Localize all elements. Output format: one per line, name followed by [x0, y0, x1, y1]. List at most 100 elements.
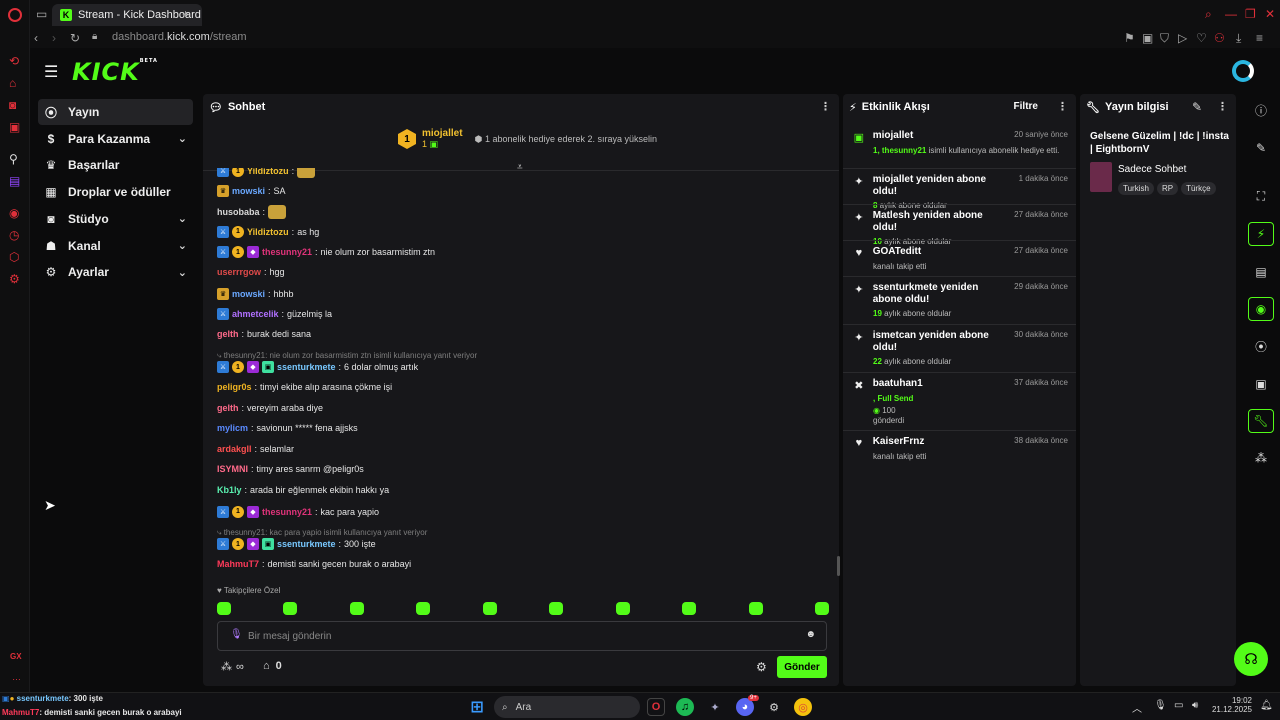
browser-tab[interactable]: K Stream - Kick Dashboard [52, 4, 202, 26]
og-badge-icon[interactable]: ▣ [262, 538, 274, 551]
chat-message[interactable]: mylicm: savionun ***** fena ajjsks [217, 423, 358, 433]
opera-logo-icon[interactable] [8, 8, 22, 22]
mod-badge-icon[interactable]: ⚔ [217, 361, 229, 374]
mic-tray-icon[interactable]: 🎙︎ [1154, 700, 1167, 711]
sidebar-item-1[interactable]: ⦿ Yayın [38, 99, 193, 125]
hamburger-icon[interactable]: ☰ [44, 62, 58, 82]
chat-message[interactable]: ⚔ 1 ◆ thesunny21: kac para yapio [217, 505, 379, 518]
chat-message[interactable]: husobaba: [217, 205, 287, 220]
gold-badge-icon[interactable]: 1 [232, 361, 244, 374]
crown-badge-icon[interactable]: ♛ [217, 184, 229, 197]
download-icon[interactable]: ⤓ [1236, 31, 1241, 46]
tray-chevron-icon[interactable]: ︿ [1132, 700, 1142, 715]
chat-message[interactable]: ♛ mowski: SA [217, 184, 286, 197]
menu-icon[interactable]: ≡ [1256, 31, 1263, 45]
play-icon[interactable]: ▷ [1178, 31, 1187, 45]
chat-message[interactable]: gelth: vereyim araba diye [217, 403, 323, 413]
chat-username[interactable]: Yildiztozu [247, 168, 289, 176]
vip-badge-icon[interactable]: ◆ [247, 361, 259, 374]
tag-pill[interactable]: Türkçe [1181, 182, 1216, 195]
chat-username[interactable]: userrrgow [217, 267, 261, 277]
broadcast-status-icon[interactable]: ⦿ [1248, 334, 1274, 358]
chat-username[interactable]: mowski [232, 289, 265, 299]
microphone-icon[interactable]: 🎙︎ [230, 629, 243, 640]
bookmark-icon[interactable]: ⚑ [1124, 31, 1135, 45]
chat-message[interactable]: ⚔ ahmetcelik: güzelmiş la [217, 308, 332, 321]
chat-username[interactable]: thesunny21 [262, 507, 312, 517]
chat-username[interactable]: peligr0s [217, 382, 252, 392]
chat-message[interactable]: userrrgow: hgg [217, 267, 285, 277]
gold-badge-icon[interactable]: 1 [232, 538, 244, 551]
shield-icon[interactable]: ⛉ [1160, 31, 1169, 46]
mod-badge-icon[interactable]: ⚔ [217, 505, 229, 518]
chrome-icon[interactable]: ◎ [794, 698, 812, 716]
chat-username[interactable]: MahmuT7 [217, 559, 259, 569]
activity-item[interactable]: ✦ Matlesh yeniden abone oldu! 27 dakika ön… [853, 210, 1068, 247]
chat-username[interactable]: ISYMNI [217, 464, 248, 474]
chat-scrollbar[interactable] [837, 556, 840, 576]
emote-8[interactable] [682, 602, 697, 615]
crown-badge-icon[interactable]: ♛ [217, 287, 229, 300]
activity-item[interactable]: ✖ baatuhan1 37 dakika önce , Full Send ◉ 100… [853, 378, 1068, 426]
spotify-icon[interactable]: ♫ [676, 698, 694, 716]
heart-icon[interactable]: ♡ [1196, 31, 1207, 45]
vip-badge-icon[interactable]: ◆ [247, 246, 259, 259]
gold-badge-icon[interactable]: 1 [232, 246, 244, 259]
chat-username[interactable]: thesunny21 [262, 247, 312, 257]
sidebar-item-2[interactable]: $ Para Kazanma ⌄ [38, 126, 193, 152]
minimize-icon[interactable]: — [1225, 7, 1237, 21]
tag-pill[interactable]: Turkish [1118, 182, 1154, 195]
chat-username[interactable]: ssenturkmete [277, 362, 336, 372]
gold-badge-icon[interactable]: 1 [232, 225, 244, 238]
chat-input[interactable]: 🎙︎ Bir mesaj gönderin ☻ [217, 621, 827, 651]
activity-toggle-icon[interactable]: ⚡︎ [1248, 222, 1274, 246]
chat-options-icon[interactable]: ⋮ [820, 100, 831, 113]
chat-message[interactable]: ⚔ 1 Yildiztozu: as hg [217, 225, 319, 238]
chevron-down-icon[interactable]: ⌄ [178, 212, 187, 225]
channel-points[interactable]: ⁂ ∞ [221, 660, 244, 674]
chat-message[interactable]: ⚔ 1 Yildiztozu: [217, 168, 316, 178]
activity-item[interactable]: ✦ ssenturkmete yeniden abone oldu! 29 daki… [853, 282, 1068, 319]
chat-username[interactable]: husobaba [217, 207, 260, 217]
edit-icon[interactable]: ✎ [1192, 100, 1202, 114]
chat-message[interactable]: ardakgll: selamlar [217, 444, 294, 454]
new-tab-button[interactable]: + [182, 7, 189, 21]
cube-icon[interactable]: ⬡ [9, 250, 19, 264]
history-icon[interactable]: ⟲ [9, 54, 19, 68]
chevron-down-icon[interactable]: ⌄ [178, 266, 187, 279]
settings-icon[interactable]: ⚙ [9, 272, 20, 286]
chat-username[interactable]: ardakgll [217, 444, 252, 454]
chat-message[interactable]: gelth: burak dedi sana [217, 329, 311, 339]
tag-pill[interactable]: RP [1156, 182, 1179, 195]
volume-icon[interactable]: 🔊︎ [1192, 700, 1198, 711]
sidebar-item-6[interactable]: ☗ Kanal ⌄ [38, 233, 193, 259]
activity-item[interactable]: ♥ GOATeditt 27 dakika önce kanalı takip ett… [853, 246, 1068, 272]
activity-item[interactable]: ✦ miojallet yeniden abone oldu! 1 dakika ö… [853, 174, 1068, 211]
tab-switcher-icon[interactable]: ▭ [36, 7, 47, 21]
mod-badge-icon[interactable]: ⚔ [217, 308, 229, 321]
chat-username[interactable]: ssenturkmete [277, 539, 336, 549]
info-options-icon[interactable]: ⋮ [1217, 100, 1228, 113]
category-name[interactable]: Sadece Sohbet [1118, 164, 1186, 175]
store-button[interactable]: ⌂ 0 [263, 660, 282, 672]
steam-icon[interactable]: ⚙ [765, 698, 783, 716]
chat-message[interactable]: ⚔ 1 ◆ ▣ ssenturkmete:300 işte [217, 538, 376, 551]
sidebar-item-5[interactable]: ◙ Stüdyo ⌄ [38, 206, 193, 232]
chat-message[interactable]: Kb1ly: arada bir eğlenmek ekibin hakkı ya [217, 485, 389, 495]
sidebar-item-4[interactable]: ▦ Droplar ve ödüller [38, 179, 193, 205]
chevron-down-icon[interactable]: ⌄ [178, 132, 187, 145]
filter-button[interactable]: Filtre [1014, 101, 1038, 112]
close-icon[interactable]: ✕ [1265, 7, 1275, 21]
send-button[interactable]: Gönder [777, 656, 827, 678]
chat-username[interactable]: ahmetcelik [232, 309, 279, 319]
back-icon[interactable]: ‹ [34, 31, 38, 45]
emote-9[interactable] [748, 602, 763, 615]
chat-message[interactable]: peligr0s: timyi ekibe alıp arasına çökme … [217, 382, 392, 392]
vip-badge-icon[interactable]: ◆ [247, 505, 259, 518]
twitch-icon[interactable]: ▤ [9, 174, 20, 188]
chat-message[interactable]: ⚔ 1 ◆ ▣ ssenturkmete:6 dolar olmuş artık [217, 361, 418, 374]
sync-icon[interactable] [1232, 60, 1254, 82]
reply-context[interactable]: ⤷ thesunny21: nie olum zor basarmistim z… [217, 351, 477, 361]
taskbar-search[interactable]: ⌕ Ara [494, 696, 640, 718]
chat-settings-icon[interactable]: ⚙ [756, 660, 767, 674]
